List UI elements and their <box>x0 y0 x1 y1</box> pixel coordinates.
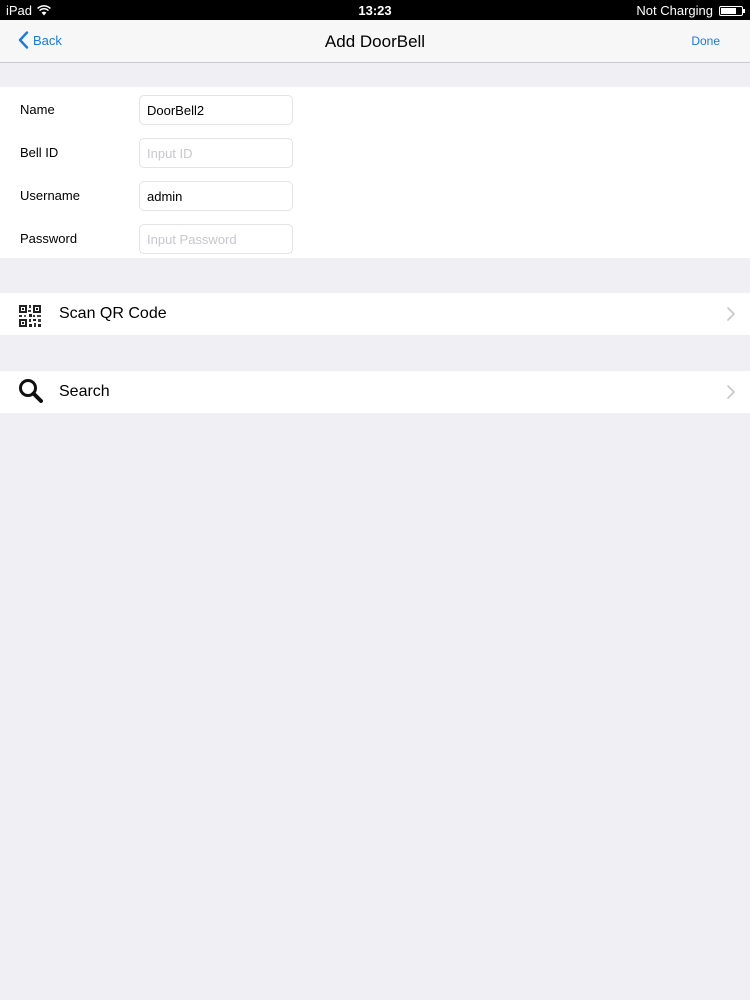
chevron-right-icon <box>727 385 735 399</box>
doorbell-form: Name Bell ID Username Password <box>0 87 750 258</box>
name-row: Name <box>0 95 750 125</box>
navigation-bar: Back Add DoorBell Done <box>0 20 750 63</box>
qr-code-icon <box>19 305 41 327</box>
battery-icon <box>719 5 745 16</box>
username-row: Username <box>0 181 750 211</box>
password-input[interactable] <box>139 224 293 254</box>
username-input[interactable] <box>139 181 293 211</box>
scan-qr-code-cell[interactable]: Scan QR Code <box>0 293 750 335</box>
search-label: Search <box>59 383 110 400</box>
done-button[interactable]: Done <box>691 34 720 48</box>
bell-id-label: Bell ID <box>20 145 59 160</box>
bell-id-row: Bell ID <box>0 138 750 168</box>
bell-id-input[interactable] <box>139 138 293 168</box>
password-label: Password <box>20 231 78 246</box>
scan-qr-code-label: Scan QR Code <box>59 305 167 322</box>
page-title: Add DoorBell <box>324 32 426 51</box>
search-cell[interactable]: Search <box>0 371 750 413</box>
search-icon <box>19 379 43 403</box>
name-input[interactable] <box>139 95 293 125</box>
username-label: Username <box>20 188 80 203</box>
password-row: Password <box>0 224 750 254</box>
status-bar: iPad 13:23 Not Charging <box>0 0 750 20</box>
battery-level <box>721 7 736 14</box>
status-right: Not Charging <box>636 3 745 18</box>
chevron-right-icon <box>727 307 735 321</box>
charging-status: Not Charging <box>636 3 713 18</box>
name-label: Name <box>20 102 55 117</box>
